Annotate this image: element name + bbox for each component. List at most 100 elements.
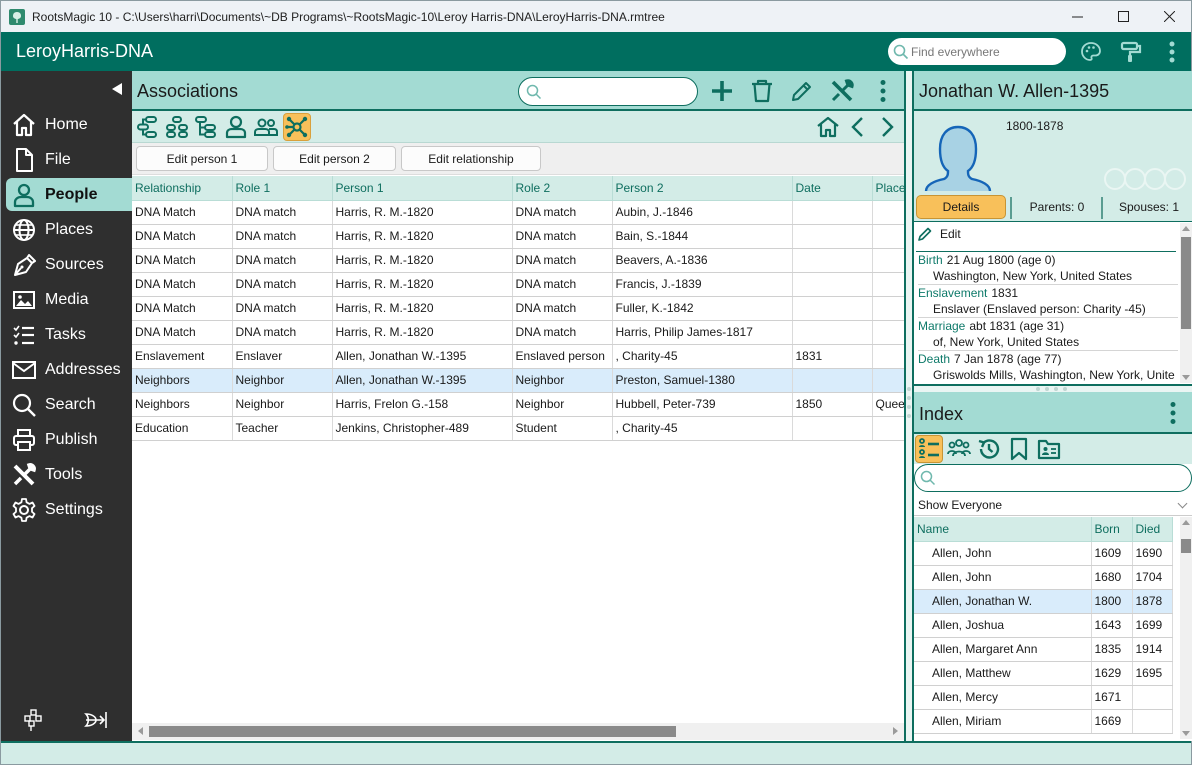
index-scrollbar[interactable] <box>1180 517 1192 739</box>
index-title: Index <box>919 404 964 424</box>
maximize-button[interactable] <box>1100 1 1146 32</box>
edit-person-2-button[interactable]: Edit person 2 <box>273 146 396 171</box>
main-search-input[interactable] <box>546 84 686 99</box>
list-item[interactable]: Allen, Joshua 1643 1699 <box>914 613 1173 638</box>
column-header-died[interactable]: Died <box>1132 517 1173 542</box>
tools-button[interactable] <box>828 77 856 105</box>
sidebar-item-places[interactable]: Places <box>6 213 132 246</box>
family-tree-button[interactable] <box>22 708 46 732</box>
pedigree-view-button[interactable] <box>134 113 162 141</box>
fact-item-death[interactable]: Death 7 Jan 1878 (age 77) Griswolds Mills… <box>918 351 1178 384</box>
sidebar-item-settings[interactable]: Settings <box>6 493 132 526</box>
descendants-view-button[interactable] <box>192 113 220 141</box>
list-item[interactable]: Allen, Jonathan W. 1800 1878 <box>914 589 1173 614</box>
minimize-button[interactable] <box>1054 1 1100 32</box>
tree-sprout-button[interactable] <box>84 708 108 732</box>
sidebar-item-people[interactable]: People <box>6 178 132 211</box>
edit-button[interactable] <box>788 77 816 105</box>
table-row[interactable]: Education Teacher Jenkins, Christopher-489… <box>132 416 905 441</box>
list-item[interactable]: Allen, Matthew 1629 1695 <box>914 661 1173 686</box>
back-button[interactable] <box>844 113 872 141</box>
edit-facts-button[interactable]: Edit <box>917 226 961 242</box>
table-row[interactable]: Enslavement Enslaver Allen, Jonathan W.-13… <box>132 344 905 369</box>
table-row[interactable]: DNA Match DNA match Harris, R. M.-1820 DNA … <box>132 224 905 249</box>
table-cell: Harris, R. M.-1820 <box>332 320 513 345</box>
find-everywhere-box[interactable] <box>888 38 1066 65</box>
associations-view-button[interactable] <box>283 113 311 141</box>
horizontal-scrollbar[interactable] <box>132 723 904 740</box>
table-row[interactable]: DNA Match DNA match Harris, R. M.-1820 DNA … <box>132 272 905 297</box>
list-item[interactable]: Allen, Mercy 1671 <box>914 685 1173 710</box>
panel-splitter[interactable] <box>904 71 912 741</box>
right-panel-splitter[interactable] <box>914 384 1192 392</box>
delete-button[interactable] <box>748 77 776 105</box>
sidebar-item-tasks[interactable]: Tasks <box>6 318 132 351</box>
sidebar-item-file[interactable]: File <box>6 143 132 176</box>
table-row[interactable]: Neighbors Neighbor Allen, Jonathan W.-1395… <box>132 368 905 393</box>
list-item[interactable]: Allen, John 1609 1690 <box>914 541 1173 566</box>
person-view-button[interactable] <box>222 113 250 141</box>
main-search-box[interactable] <box>518 77 698 106</box>
more-options-button[interactable] <box>869 77 897 105</box>
scroll-left-arrow[interactable] <box>138 727 143 735</box>
fact-item-birth[interactable]: Birth 21 Aug 1800 (age 0) Washington, New… <box>918 252 1178 285</box>
folder-person-button[interactable] <box>1035 435 1063 463</box>
person-header: Jonathan W. Allen-1395 <box>914 71 1192 111</box>
table-row[interactable]: DNA Match DNA match Harris, R. M.-1820 DNA … <box>132 200 905 225</box>
tab-spouses[interactable]: Spouses: 1 <box>1106 195 1192 219</box>
people-view-button[interactable] <box>252 113 280 141</box>
sidebar-item-search[interactable]: Search <box>6 388 132 421</box>
sidebar-item-media[interactable]: Media <box>6 283 132 316</box>
column-header-place[interactable]: Place <box>872 176 905 201</box>
history-button[interactable] <box>975 435 1003 463</box>
list-item[interactable]: Allen, Margaret Ann 1835 1914 <box>914 637 1173 662</box>
edit-relationship-button[interactable]: Edit relationship <box>401 146 541 171</box>
palette-button[interactable] <box>1078 39 1104 65</box>
family-view-button[interactable] <box>163 113 191 141</box>
sidebar-item-sources[interactable]: Sources <box>6 248 132 281</box>
column-header-person-1[interactable]: Person 1 <box>332 176 513 201</box>
theme-button[interactable] <box>1118 39 1144 65</box>
table-cell <box>792 368 873 393</box>
bookmarks-button[interactable] <box>1005 435 1033 463</box>
home-person-button[interactable] <box>814 113 842 141</box>
index-search-input[interactable] <box>940 471 1180 485</box>
name-list-button[interactable] <box>915 435 943 463</box>
column-header-date[interactable]: Date <box>792 176 873 201</box>
collapse-sidebar-button[interactable] <box>112 83 122 95</box>
forward-button[interactable] <box>873 113 901 141</box>
sidebar-item-tools[interactable]: Tools <box>6 458 132 491</box>
index-search-box[interactable] <box>914 464 1192 492</box>
table-row[interactable]: DNA Match DNA match Harris, R. M.-1820 DNA … <box>132 248 905 273</box>
column-header-born[interactable]: Born <box>1091 517 1133 542</box>
column-header-role-2[interactable]: Role 2 <box>512 176 613 201</box>
facts-scrollbar[interactable] <box>1180 223 1192 383</box>
close-button[interactable] <box>1146 1 1192 32</box>
index-filter-select[interactable]: Show Everyone <box>914 494 1192 516</box>
scroll-right-arrow[interactable] <box>893 727 898 735</box>
fact-item-enslavement[interactable]: Enslavement 1831 Enslaver (Enslaved perso… <box>918 285 1178 318</box>
fact-item-marriage[interactable]: Marriage abt 1831 (age 31) of, New York, … <box>918 318 1178 351</box>
scrollbar-thumb[interactable] <box>149 726 676 737</box>
table-row[interactable]: Neighbors Neighbor Harris, Frelon G.-158 Ne… <box>132 392 905 417</box>
index-more-button[interactable] <box>1159 399 1187 427</box>
sidebar-item-home[interactable]: Home <box>6 108 132 141</box>
column-header-name[interactable]: Name <box>914 517 1092 542</box>
column-header-role-1[interactable]: Role 1 <box>232 176 333 201</box>
table-row[interactable]: DNA Match DNA match Harris, R. M.-1820 DNA … <box>132 320 905 345</box>
groups-button[interactable] <box>945 435 973 463</box>
column-header-relationship[interactable]: Relationship <box>132 176 233 201</box>
search-icon <box>12 393 36 417</box>
app-menu-button[interactable] <box>1159 39 1185 65</box>
tab-parents[interactable]: Parents: 0 <box>1014 195 1100 219</box>
tab-details[interactable]: Details <box>916 195 1006 219</box>
edit-person-1-button[interactable]: Edit person 1 <box>136 146 268 171</box>
column-header-person-2[interactable]: Person 2 <box>612 176 793 201</box>
sidebar-item-addresses[interactable]: Addresses <box>6 353 132 386</box>
list-item[interactable]: Allen, John 1680 1704 <box>914 565 1173 590</box>
sidebar-item-publish[interactable]: Publish <box>6 423 132 456</box>
table-row[interactable]: DNA Match DNA match Harris, R. M.-1820 DNA … <box>132 296 905 321</box>
find-everywhere-input[interactable] <box>911 44 1056 59</box>
add-button[interactable] <box>708 77 736 105</box>
list-item[interactable]: Allen, Miriam 1669 <box>914 709 1173 734</box>
